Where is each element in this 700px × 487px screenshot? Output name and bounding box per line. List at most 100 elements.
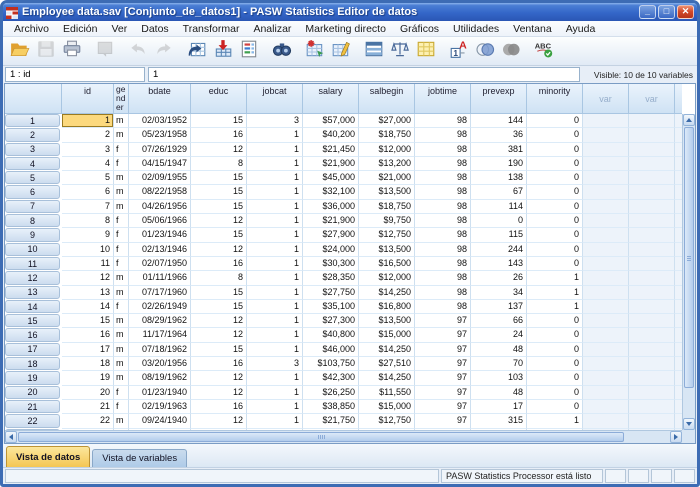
row-header-7[interactable]: 7 (5, 200, 60, 213)
cell-gender-22[interactable]: m (114, 414, 129, 428)
vertical-scrollbar[interactable] (682, 114, 695, 430)
cell-jobcat-13[interactable]: 1 (247, 286, 303, 300)
cell-var1-22[interactable] (583, 414, 629, 428)
cell-salary-10[interactable]: $24,000 (303, 243, 359, 257)
cell-jobcat-17[interactable]: 1 (247, 343, 303, 357)
cell-jobcat-2[interactable]: 1 (247, 128, 303, 142)
cell-bdate-3[interactable]: 07/26/1929 (129, 143, 191, 157)
cell-jobcat-14[interactable]: 1 (247, 300, 303, 314)
cell-salbegin-6[interactable]: $13,500 (359, 185, 415, 199)
cell-var2-6[interactable] (629, 185, 675, 199)
cell-gender-10[interactable]: f (114, 243, 129, 257)
cell-var1-8[interactable] (583, 214, 629, 228)
row-header-3[interactable]: 3 (5, 143, 60, 156)
menu-item-edici-n[interactable]: Edición (56, 21, 104, 36)
cell-jobcat-3[interactable]: 1 (247, 143, 303, 157)
cell-prevexp-10[interactable]: 244 (471, 243, 527, 257)
insert-variable-button[interactable] (328, 39, 354, 64)
cell-salbegin-11[interactable]: $16,500 (359, 257, 415, 271)
menu-item-analizar[interactable]: Analizar (246, 21, 298, 36)
cell-var2-1[interactable] (629, 114, 675, 128)
menu-item-marketing-directo[interactable]: Marketing directo (298, 21, 393, 36)
cell-minority-7[interactable]: 0 (527, 200, 583, 214)
cell-jobtime-8[interactable]: 98 (415, 214, 471, 228)
cell-bdate-11[interactable]: 02/07/1950 (129, 257, 191, 271)
cell-salary-14[interactable]: $35,100 (303, 300, 359, 314)
cell-educ-11[interactable]: 16 (191, 257, 247, 271)
cell-gender-8[interactable]: f (114, 214, 129, 228)
cell-educ-2[interactable]: 16 (191, 128, 247, 142)
cell-id-10[interactable]: 10 (62, 243, 114, 257)
cell-jobtime-20[interactable]: 97 (415, 386, 471, 400)
menu-item-transformar[interactable]: Transformar (176, 21, 247, 36)
cell-jobcat-19[interactable]: 1 (247, 371, 303, 385)
cell-minority-17[interactable]: 0 (527, 343, 583, 357)
row-header-12[interactable]: 12 (5, 271, 60, 284)
horizontal-scroll-thumb[interactable] (18, 432, 624, 442)
cell-salary-2[interactable]: $40,200 (303, 128, 359, 142)
cell-minority-18[interactable]: 0 (527, 357, 583, 371)
cell-gender-14[interactable]: f (114, 300, 129, 314)
column-header-bdate[interactable]: bdate (129, 84, 191, 114)
column-header-var1[interactable]: var (583, 84, 629, 114)
cell-id-21[interactable]: 21 (62, 400, 114, 414)
row-header-21[interactable]: 21 (5, 400, 60, 413)
cell-educ-4[interactable]: 8 (191, 157, 247, 171)
cell-salbegin-14[interactable]: $16,800 (359, 300, 415, 314)
cell-educ-1[interactable]: 15 (191, 114, 247, 128)
menu-item-archivo[interactable]: Archivo (7, 21, 56, 36)
cell-bdate-2[interactable]: 05/23/1958 (129, 128, 191, 142)
cell-var1-18[interactable] (583, 357, 629, 371)
cell-id-14[interactable]: 14 (62, 300, 114, 314)
cell-bdate-19[interactable]: 08/19/1962 (129, 371, 191, 385)
cell-jobcat-22[interactable]: 1 (247, 414, 303, 428)
cell-var1-9[interactable] (583, 228, 629, 242)
cell-var2-9[interactable] (629, 228, 675, 242)
tab-vista-de-variables[interactable]: Vista de variables (92, 449, 187, 467)
cell-jobcat-8[interactable]: 1 (247, 214, 303, 228)
cell-minority-3[interactable]: 0 (527, 143, 583, 157)
cell-salary-15[interactable]: $27,300 (303, 314, 359, 328)
cell-jobtime-12[interactable]: 98 (415, 271, 471, 285)
cell-minority-21[interactable]: 0 (527, 400, 583, 414)
cell-prevexp-1[interactable]: 144 (471, 114, 527, 128)
cell-var2-5[interactable] (629, 171, 675, 185)
cell-prevexp-21[interactable]: 17 (471, 400, 527, 414)
cell-jobtime-5[interactable]: 98 (415, 171, 471, 185)
cell-jobcat-11[interactable]: 1 (247, 257, 303, 271)
cell-var1-2[interactable] (583, 128, 629, 142)
cell-id-22[interactable]: 22 (62, 414, 114, 428)
cell-gender-15[interactable]: m (114, 314, 129, 328)
cell-salbegin-2[interactable]: $18,750 (359, 128, 415, 142)
cell-var2-22[interactable] (629, 414, 675, 428)
cell-prevexp-11[interactable]: 143 (471, 257, 527, 271)
cell-educ-15[interactable]: 12 (191, 314, 247, 328)
cell-prevexp-8[interactable]: 0 (471, 214, 527, 228)
cell-salary-18[interactable]: $103,750 (303, 357, 359, 371)
cell-jobtime-18[interactable]: 97 (415, 357, 471, 371)
column-header-id[interactable]: id (62, 84, 114, 114)
redo-button[interactable] (151, 39, 177, 64)
cell-educ-20[interactable]: 12 (191, 386, 247, 400)
cell-salary-8[interactable]: $21,900 (303, 214, 359, 228)
cell-jobtime-4[interactable]: 98 (415, 157, 471, 171)
row-header-14[interactable]: 14 (5, 300, 60, 313)
cell-jobcat-16[interactable]: 1 (247, 328, 303, 342)
cell-salbegin-5[interactable]: $21,000 (359, 171, 415, 185)
cell-bdate-4[interactable]: 04/15/1947 (129, 157, 191, 171)
cell-jobcat-5[interactable]: 1 (247, 171, 303, 185)
cell-salary-13[interactable]: $27,750 (303, 286, 359, 300)
cell-gender-5[interactable]: m (114, 171, 129, 185)
cell-salbegin-21[interactable]: $15,000 (359, 400, 415, 414)
cell-salbegin-3[interactable]: $12,000 (359, 143, 415, 157)
cell-salary-22[interactable]: $21,750 (303, 414, 359, 428)
cell-jobtime-17[interactable]: 97 (415, 343, 471, 357)
cell-prevexp-18[interactable]: 70 (471, 357, 527, 371)
cell-gender-21[interactable]: f (114, 400, 129, 414)
cell-minority-10[interactable]: 0 (527, 243, 583, 257)
cell-jobcat-4[interactable]: 1 (247, 157, 303, 171)
cell-jobcat-6[interactable]: 1 (247, 185, 303, 199)
cell-id-15[interactable]: 15 (62, 314, 114, 328)
cell-prevexp-13[interactable]: 34 (471, 286, 527, 300)
cell-id-19[interactable]: 19 (62, 371, 114, 385)
